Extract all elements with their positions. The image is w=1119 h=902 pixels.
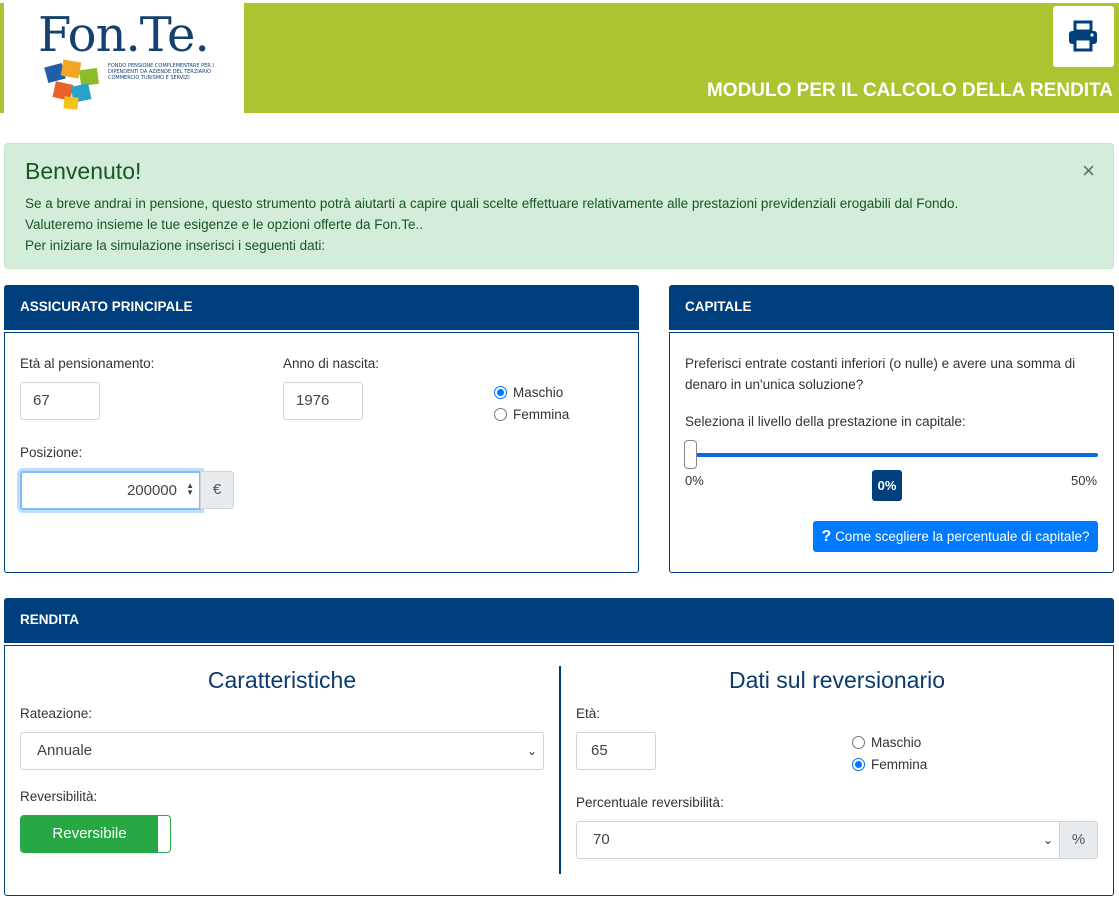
reversionario-eta-label: Età: <box>576 706 601 721</box>
radio-unselected-icon[interactable] <box>852 736 865 749</box>
rateazione-value: Annuale <box>37 742 93 759</box>
reversionario-heading: Dati sul reversionario <box>728 667 946 693</box>
anno-nascita-label: Anno di nascita: <box>283 356 380 371</box>
capitale-question: Preferisci entrate costanti inferiori (o… <box>685 356 1076 371</box>
capitale-panel-header: CAPITALE <box>669 285 1114 330</box>
question-icon: ? <box>821 528 832 545</box>
percentuale-value: 70 <box>593 831 610 848</box>
slider-min-label: 0% <box>685 473 704 488</box>
column-divider <box>559 666 561 874</box>
posizione-label: Posizione: <box>20 445 83 460</box>
radio-label: Femmina <box>871 757 928 772</box>
radio-reversionario-femmina[interactable]: Femmina <box>852 757 927 772</box>
rateazione-label: Rateazione: <box>20 706 93 721</box>
radio-femmina[interactable]: Femmina <box>494 407 569 422</box>
eta-pensionamento-label: Età al pensionamento: <box>20 356 155 371</box>
capitale-slider-track[interactable] <box>689 453 1098 457</box>
radio-maschio[interactable]: Maschio <box>494 385 563 400</box>
radio-label: Femmina <box>513 407 570 422</box>
puzzle-logo-icon <box>44 59 100 110</box>
rendita-panel-header: RENDITA <box>4 598 1114 643</box>
logo-text: Fon.Te. <box>38 7 210 63</box>
logo: Fon.Te. FONDO PENSIONE COMPLEMENTARE PER… <box>4 3 244 113</box>
percentuale-select[interactable]: 70 ⌄ <box>576 821 1060 859</box>
radio-reversionario-maschio[interactable]: Maschio <box>852 735 921 750</box>
chevron-down-icon: ⌄ <box>1042 833 1053 847</box>
print-icon <box>1069 20 1097 52</box>
caratteristiche-heading: Caratteristiche <box>207 667 357 693</box>
radio-label: Maschio <box>513 385 564 400</box>
toggle-label: Reversibile <box>21 816 158 852</box>
slider-label: Seleziona il livello della prestazione i… <box>685 414 966 429</box>
reversibilita-toggle[interactable]: Reversibile <box>20 815 171 853</box>
chevron-down-icon: ⌄ <box>526 744 537 758</box>
currency-addon: € <box>200 471 234 509</box>
page-header: Fon.Te. FONDO PENSIONE COMPLEMENTARE PER… <box>0 3 1119 113</box>
percent-addon: % <box>1059 821 1098 859</box>
rateazione-select[interactable]: Annuale ⌄ <box>20 732 544 770</box>
radio-label: Maschio <box>871 735 922 750</box>
posizione-input[interactable]: 200000 ▲ ▼ <box>20 471 201 510</box>
logo-subtitle: FONDO PENSIONE COMPLEMENTARE PER I DIPEN… <box>108 63 214 81</box>
capitale-question: denaro in un'unica soluzione? <box>685 377 864 392</box>
slider-max-label: 50% <box>1071 473 1098 488</box>
posizione-value: 200000 <box>126 482 177 499</box>
reversionario-eta-input[interactable]: 65 <box>576 732 656 770</box>
radio-selected-icon[interactable] <box>852 758 865 771</box>
radio-unselected-icon[interactable] <box>494 408 507 421</box>
anno-nascita-input[interactable]: 1976 <box>283 382 363 420</box>
alert-line: Valuteremo insieme le tue esigenze e le … <box>25 217 423 232</box>
capitale-slider-handle[interactable] <box>684 440 697 469</box>
eta-pensionamento-input[interactable]: 67 <box>20 382 100 420</box>
slider-value-badge: 0% <box>872 470 902 501</box>
alert-title: Benvenuto! <box>25 158 142 184</box>
spinner-icon[interactable]: ▲ ▼ <box>186 482 194 497</box>
radio-selected-icon[interactable] <box>494 386 507 399</box>
percentuale-label: Percentuale reversibilità: <box>576 795 724 810</box>
help-capitale-button[interactable]: ? Come scegliere la percentuale di capit… <box>813 521 1098 552</box>
welcome-alert: Benvenuto! × Se a breve andrai in pensio… <box>4 143 1114 269</box>
close-icon[interactable]: × <box>1082 158 1095 184</box>
help-capitale-label: Come scegliere la percentuale di capital… <box>835 529 1090 544</box>
reversibilita-label: Reversibilità: <box>20 789 98 804</box>
page-title: MODULO PER IL CALCOLO DELLA RENDITA <box>706 80 1113 101</box>
assicurato-panel-header: ASSICURATO PRINCIPALE <box>4 285 639 330</box>
print-button[interactable] <box>1053 6 1114 67</box>
alert-line: Per iniziare la simulazione inserisci i … <box>25 238 326 253</box>
alert-line: Se a breve andrai in pensione, questo st… <box>25 196 959 211</box>
